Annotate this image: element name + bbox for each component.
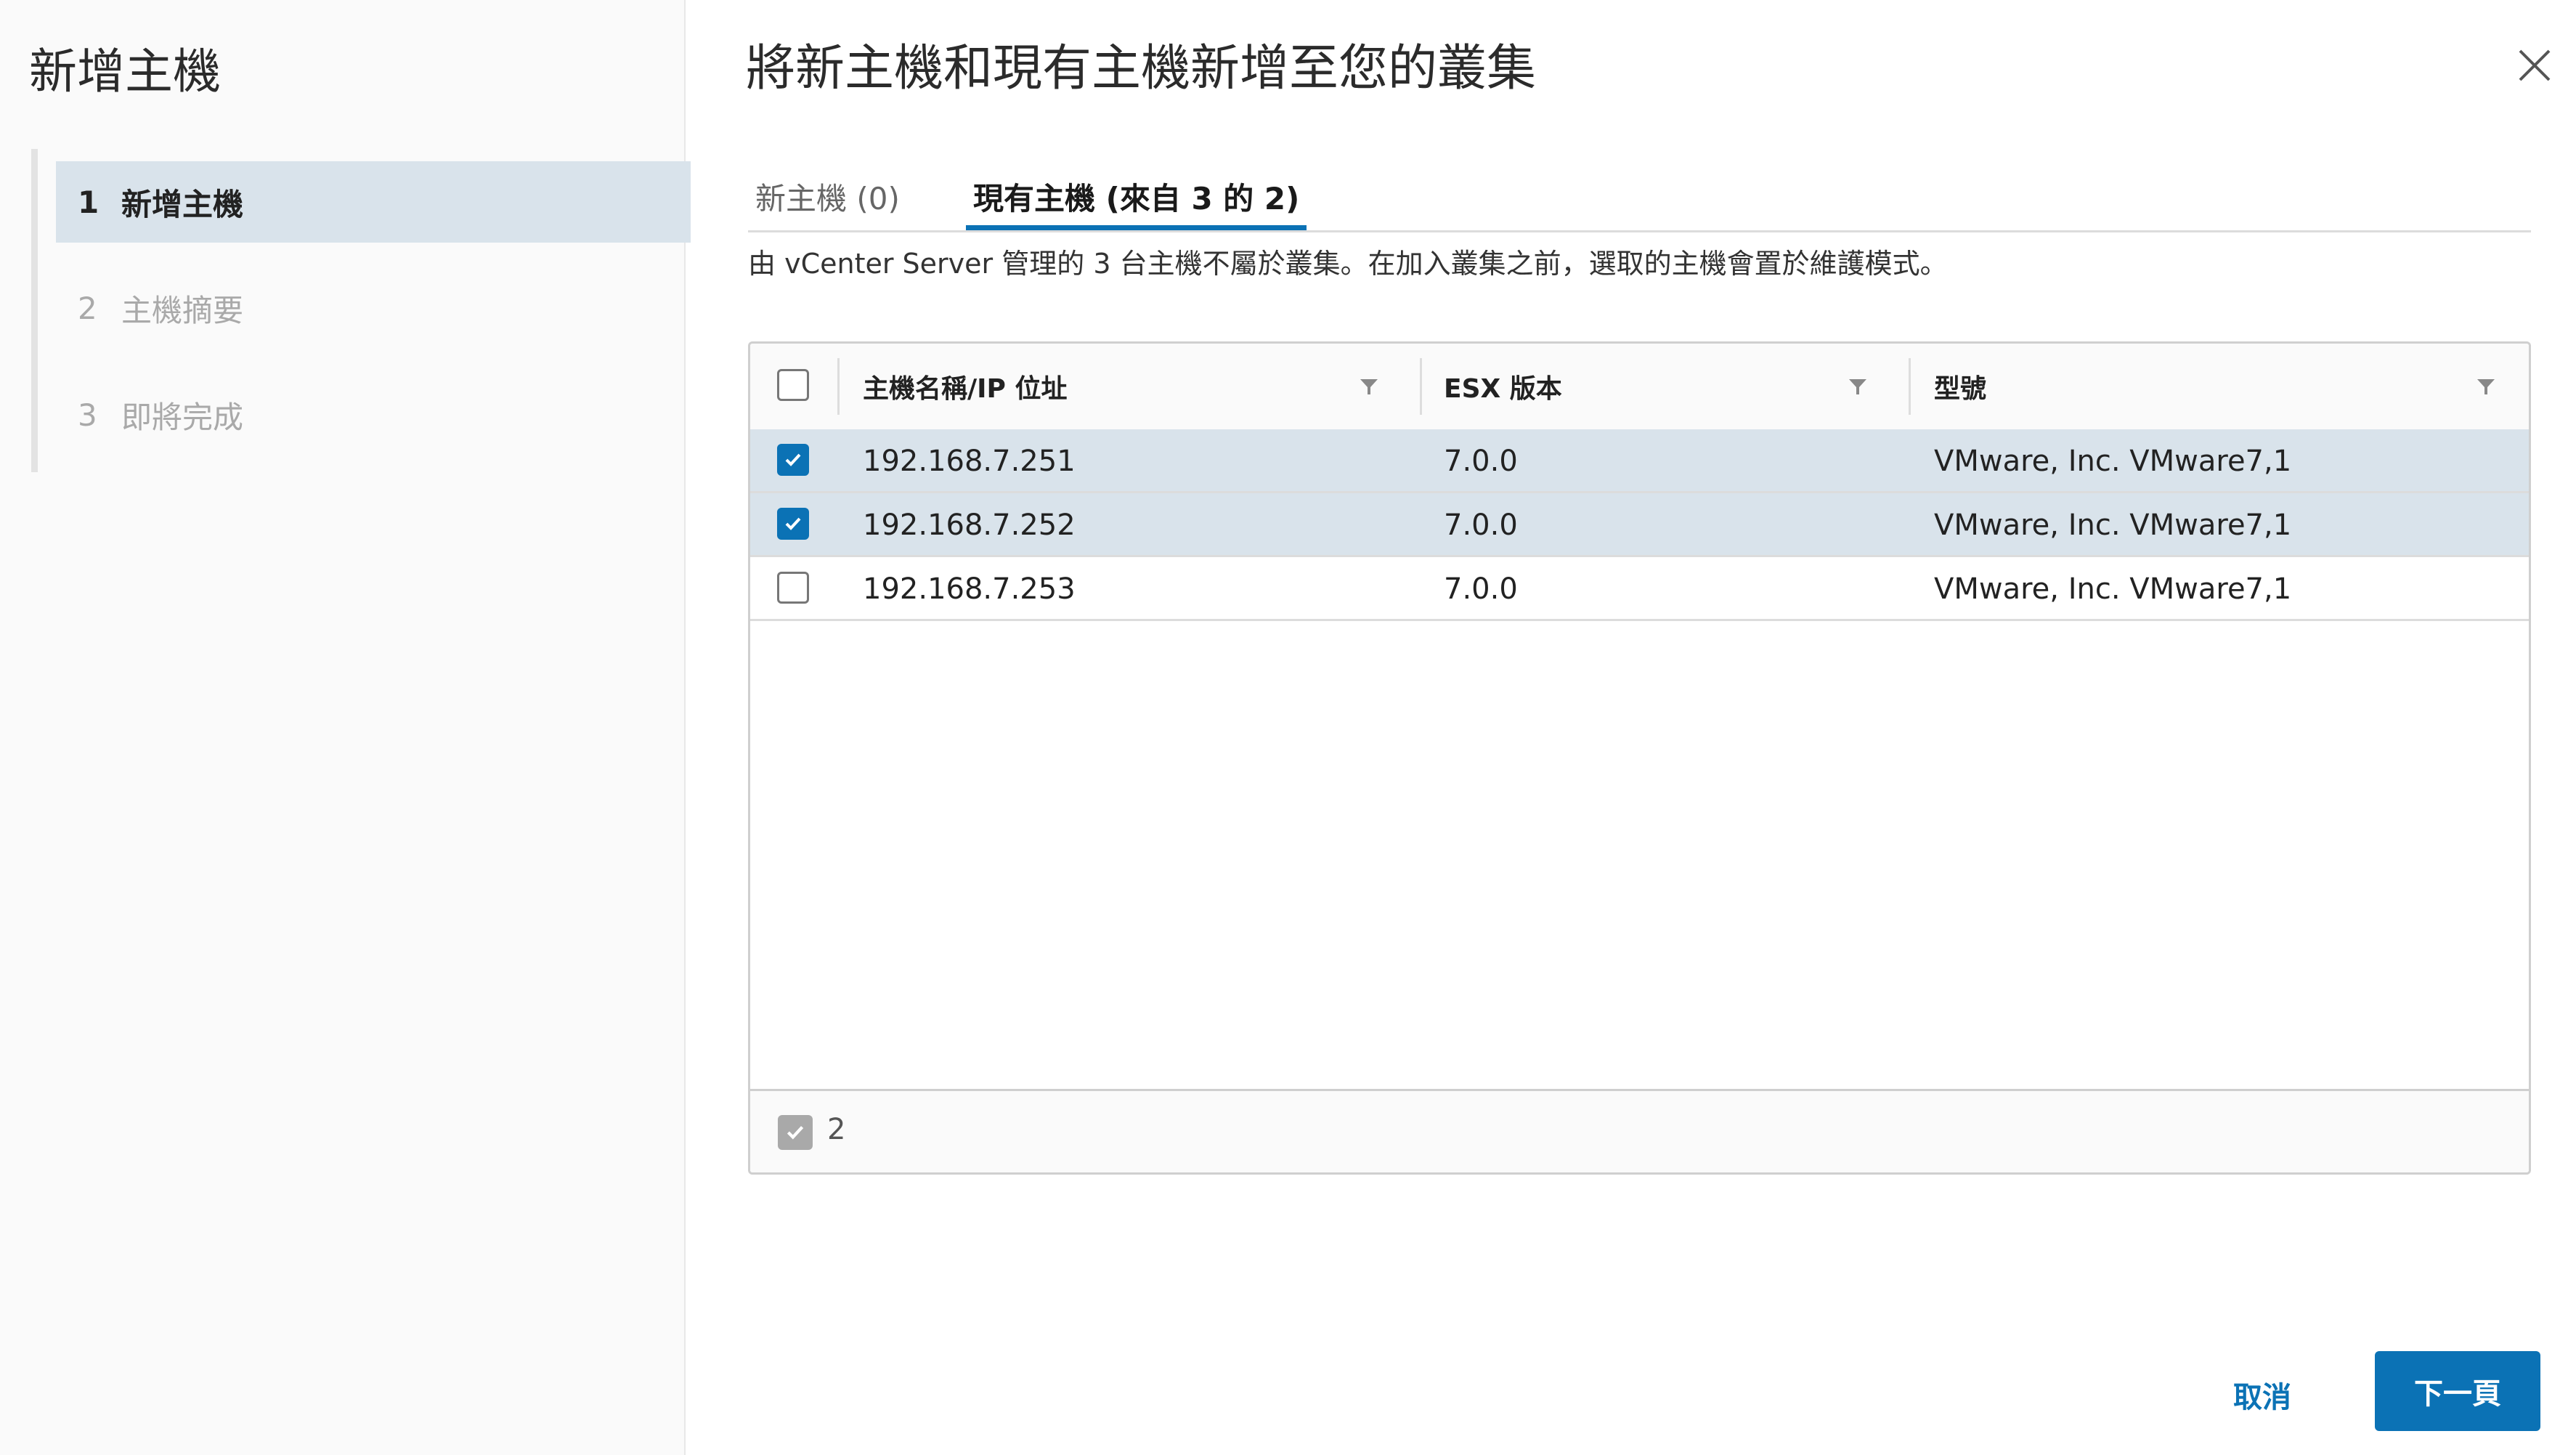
table-row[interactable]: 192.168.7.252 7.0.0 VMware, Inc. VMware7… bbox=[750, 493, 2529, 557]
select-all-checkbox[interactable] bbox=[777, 369, 809, 401]
tab-bar: 新主機 (0) 現有主機 (來自 3 的 2) bbox=[748, 163, 2531, 232]
cell-esx-version: 7.0.0 bbox=[1444, 572, 1518, 606]
row-checkbox[interactable] bbox=[777, 572, 809, 604]
tab-new-hosts[interactable]: 新主機 (0) bbox=[755, 174, 900, 230]
cell-esx-version: 7.0.0 bbox=[1444, 445, 1518, 478]
wizard-steps: 1 新增主機 2 主機摘要 3 即將完成 bbox=[31, 149, 691, 472]
column-header-model[interactable]: 型號 bbox=[1934, 344, 1986, 429]
table-row[interactable]: 192.168.7.251 7.0.0 VMware, Inc. VMware7… bbox=[750, 429, 2529, 493]
tab-existing-hosts[interactable]: 現有主機 (來自 3 的 2) bbox=[966, 174, 1307, 230]
step-label: 新增主機 bbox=[121, 186, 244, 222]
column-header-esx-version[interactable]: ESX 版本 bbox=[1444, 344, 1562, 429]
column-separator bbox=[837, 358, 840, 415]
grid-footer: 2 bbox=[750, 1089, 2529, 1172]
check-icon bbox=[785, 453, 801, 466]
step-ready-to-complete[interactable]: 3 即將完成 bbox=[56, 374, 691, 455]
column-separator bbox=[1909, 358, 1911, 415]
wizard-title: 新增主機 bbox=[29, 44, 221, 100]
row-checkbox[interactable] bbox=[777, 508, 809, 540]
cell-host: 192.168.7.252 bbox=[863, 508, 1076, 542]
grid-header: 主機名稱/IP 位址 ESX 版本 型號 bbox=[750, 344, 2529, 431]
cell-model: VMware, Inc. VMware7,1 bbox=[1934, 445, 2292, 478]
step-number: 2 bbox=[78, 290, 97, 326]
cell-model: VMware, Inc. VMware7,1 bbox=[1934, 508, 2292, 542]
cell-esx-version: 7.0.0 bbox=[1444, 508, 1518, 542]
selected-count: 2 bbox=[827, 1113, 846, 1146]
close-button[interactable] bbox=[2509, 40, 2560, 91]
cell-model: VMware, Inc. VMware7,1 bbox=[1934, 572, 2292, 606]
filter-icon[interactable] bbox=[1358, 376, 1380, 397]
step-label: 主機摘要 bbox=[121, 292, 244, 328]
column-header-host[interactable]: 主機名稱/IP 位址 bbox=[863, 344, 1067, 429]
close-icon bbox=[2519, 49, 2551, 81]
page-title: 將新主機和現有主機新增至您的叢集 bbox=[746, 40, 1537, 97]
cancel-button[interactable]: 取消 bbox=[2208, 1367, 2317, 1422]
row-checkbox[interactable] bbox=[777, 444, 809, 476]
filter-icon[interactable] bbox=[2475, 376, 2497, 397]
description-text: 由 vCenter Server 管理的 3 台主機不屬於叢集。在加入叢集之前，… bbox=[748, 248, 1948, 280]
wizard-sidebar: 新增主機 1 新增主機 2 主機摘要 3 即將完成 bbox=[0, 0, 691, 1455]
step-number: 3 bbox=[78, 397, 97, 433]
table-row[interactable]: 192.168.7.253 7.0.0 VMware, Inc. VMware7… bbox=[750, 557, 2529, 621]
filter-icon[interactable] bbox=[1847, 376, 1869, 397]
cell-host: 192.168.7.253 bbox=[863, 572, 1076, 606]
next-button[interactable]: 下一頁 bbox=[2375, 1351, 2540, 1431]
selection-count-icon bbox=[778, 1115, 813, 1150]
step-host-summary[interactable]: 2 主機摘要 bbox=[56, 267, 691, 349]
step-label: 即將完成 bbox=[121, 399, 244, 435]
column-separator bbox=[1420, 358, 1422, 415]
check-icon bbox=[785, 517, 801, 530]
hosts-datagrid: 主機名稱/IP 位址 ESX 版本 型號 192.168.7.251 7.0.0… bbox=[748, 341, 2531, 1175]
step-number: 1 bbox=[78, 184, 99, 220]
check-icon bbox=[787, 1126, 804, 1140]
cell-host: 192.168.7.251 bbox=[863, 445, 1076, 478]
step-add-hosts[interactable]: 1 新增主機 bbox=[56, 161, 691, 243]
